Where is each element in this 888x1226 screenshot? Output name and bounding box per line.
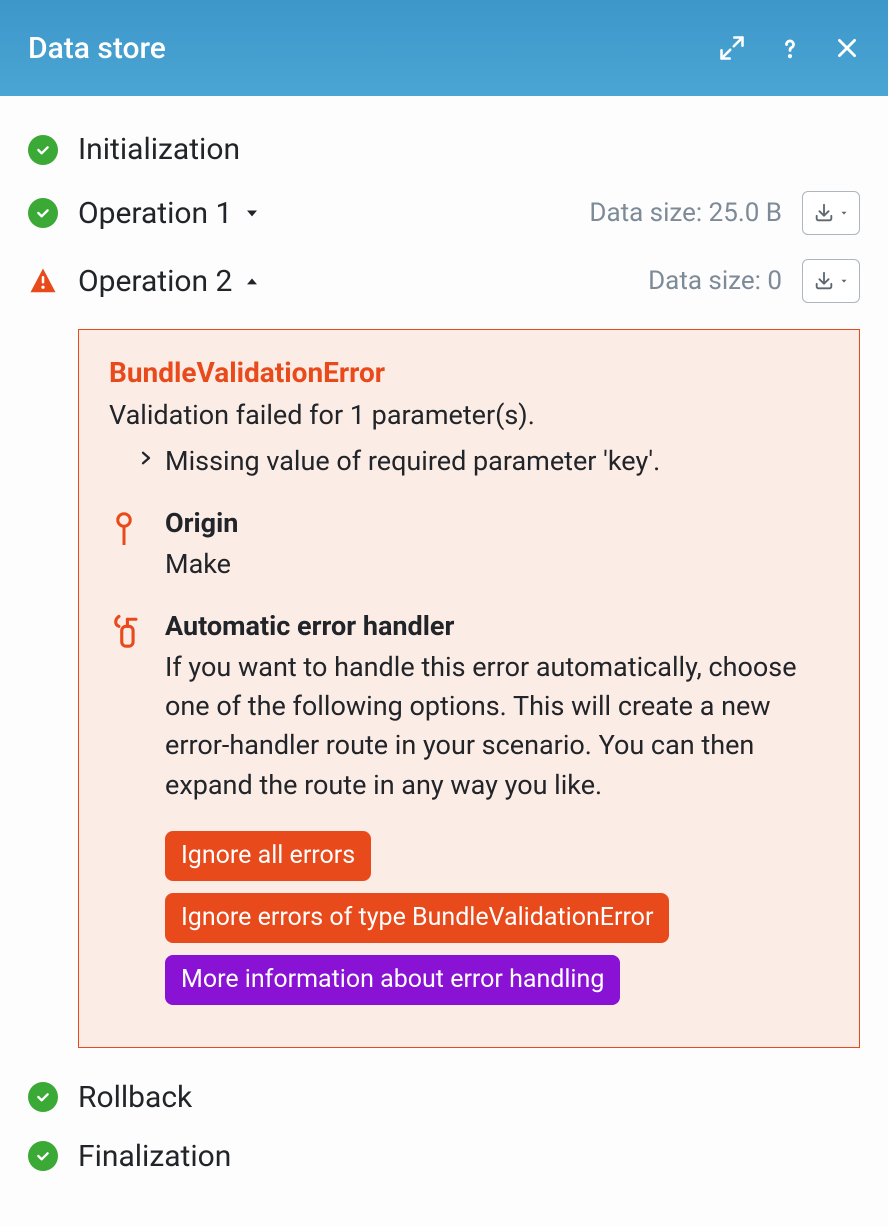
check-icon <box>28 1141 58 1171</box>
step-title: Initialization <box>78 132 860 167</box>
error-panel: BundleValidationError Validation failed … <box>78 329 860 1048</box>
data-size-label: Data size: 25.0 B <box>589 198 782 228</box>
download-button[interactable] <box>802 259 860 303</box>
handler-section: Automatic error handler If you want to h… <box>109 610 829 805</box>
close-icon[interactable] <box>834 35 860 61</box>
step-label: Rollback <box>78 1080 192 1115</box>
step-label: Initialization <box>78 132 240 167</box>
caret-up-icon <box>242 271 262 291</box>
step-initialization: Initialization <box>28 120 860 179</box>
pin-icon <box>109 507 143 584</box>
origin-value: Make <box>165 545 829 584</box>
step-title: Finalization <box>78 1139 860 1174</box>
step-title: Operation 2 <box>78 264 628 299</box>
data-size-label: Data size: 0 <box>648 266 782 296</box>
step-title: Rollback <box>78 1080 860 1115</box>
error-detail-text: Missing value of required parameter 'key… <box>165 445 660 477</box>
more-info-button[interactable]: More information about error handling <box>165 955 620 1005</box>
handler-heading: Automatic error handler <box>165 610 829 642</box>
warning-icon <box>28 266 58 296</box>
panel-title: Data store <box>28 31 718 66</box>
step-finalization: Finalization <box>28 1127 860 1186</box>
error-title: BundleValidationError <box>109 356 829 389</box>
step-operation-2[interactable]: Operation 2 Data size: 0 <box>28 247 860 315</box>
step-rollback: Rollback <box>28 1068 860 1127</box>
caret-down-icon <box>242 203 262 223</box>
check-icon <box>28 1082 58 1112</box>
check-icon <box>28 135 58 165</box>
step-title: Operation 1 <box>78 196 569 231</box>
ignore-type-button[interactable]: Ignore errors of type BundleValidationEr… <box>165 893 669 943</box>
step-operation-1[interactable]: Operation 1 Data size: 25.0 B <box>28 179 860 247</box>
download-button[interactable] <box>802 191 860 235</box>
panel-header: Data store <box>0 0 888 96</box>
step-label: Operation 2 <box>78 264 232 299</box>
check-icon <box>28 198 58 228</box>
error-message: Validation failed for 1 parameter(s). <box>109 399 829 431</box>
error-detail[interactable]: Missing value of required parameter 'key… <box>109 445 829 477</box>
extinguisher-icon <box>109 610 143 805</box>
handler-text: If you want to handle this error automat… <box>165 648 829 805</box>
step-label: Finalization <box>78 1139 231 1174</box>
origin-heading: Origin <box>165 507 829 539</box>
origin-section: Origin Make <box>109 507 829 584</box>
help-icon[interactable] <box>776 34 804 62</box>
ignore-all-button[interactable]: Ignore all errors <box>165 831 371 881</box>
chevron-right-icon <box>137 445 155 477</box>
step-label: Operation 1 <box>78 196 232 231</box>
expand-icon[interactable] <box>718 34 746 62</box>
